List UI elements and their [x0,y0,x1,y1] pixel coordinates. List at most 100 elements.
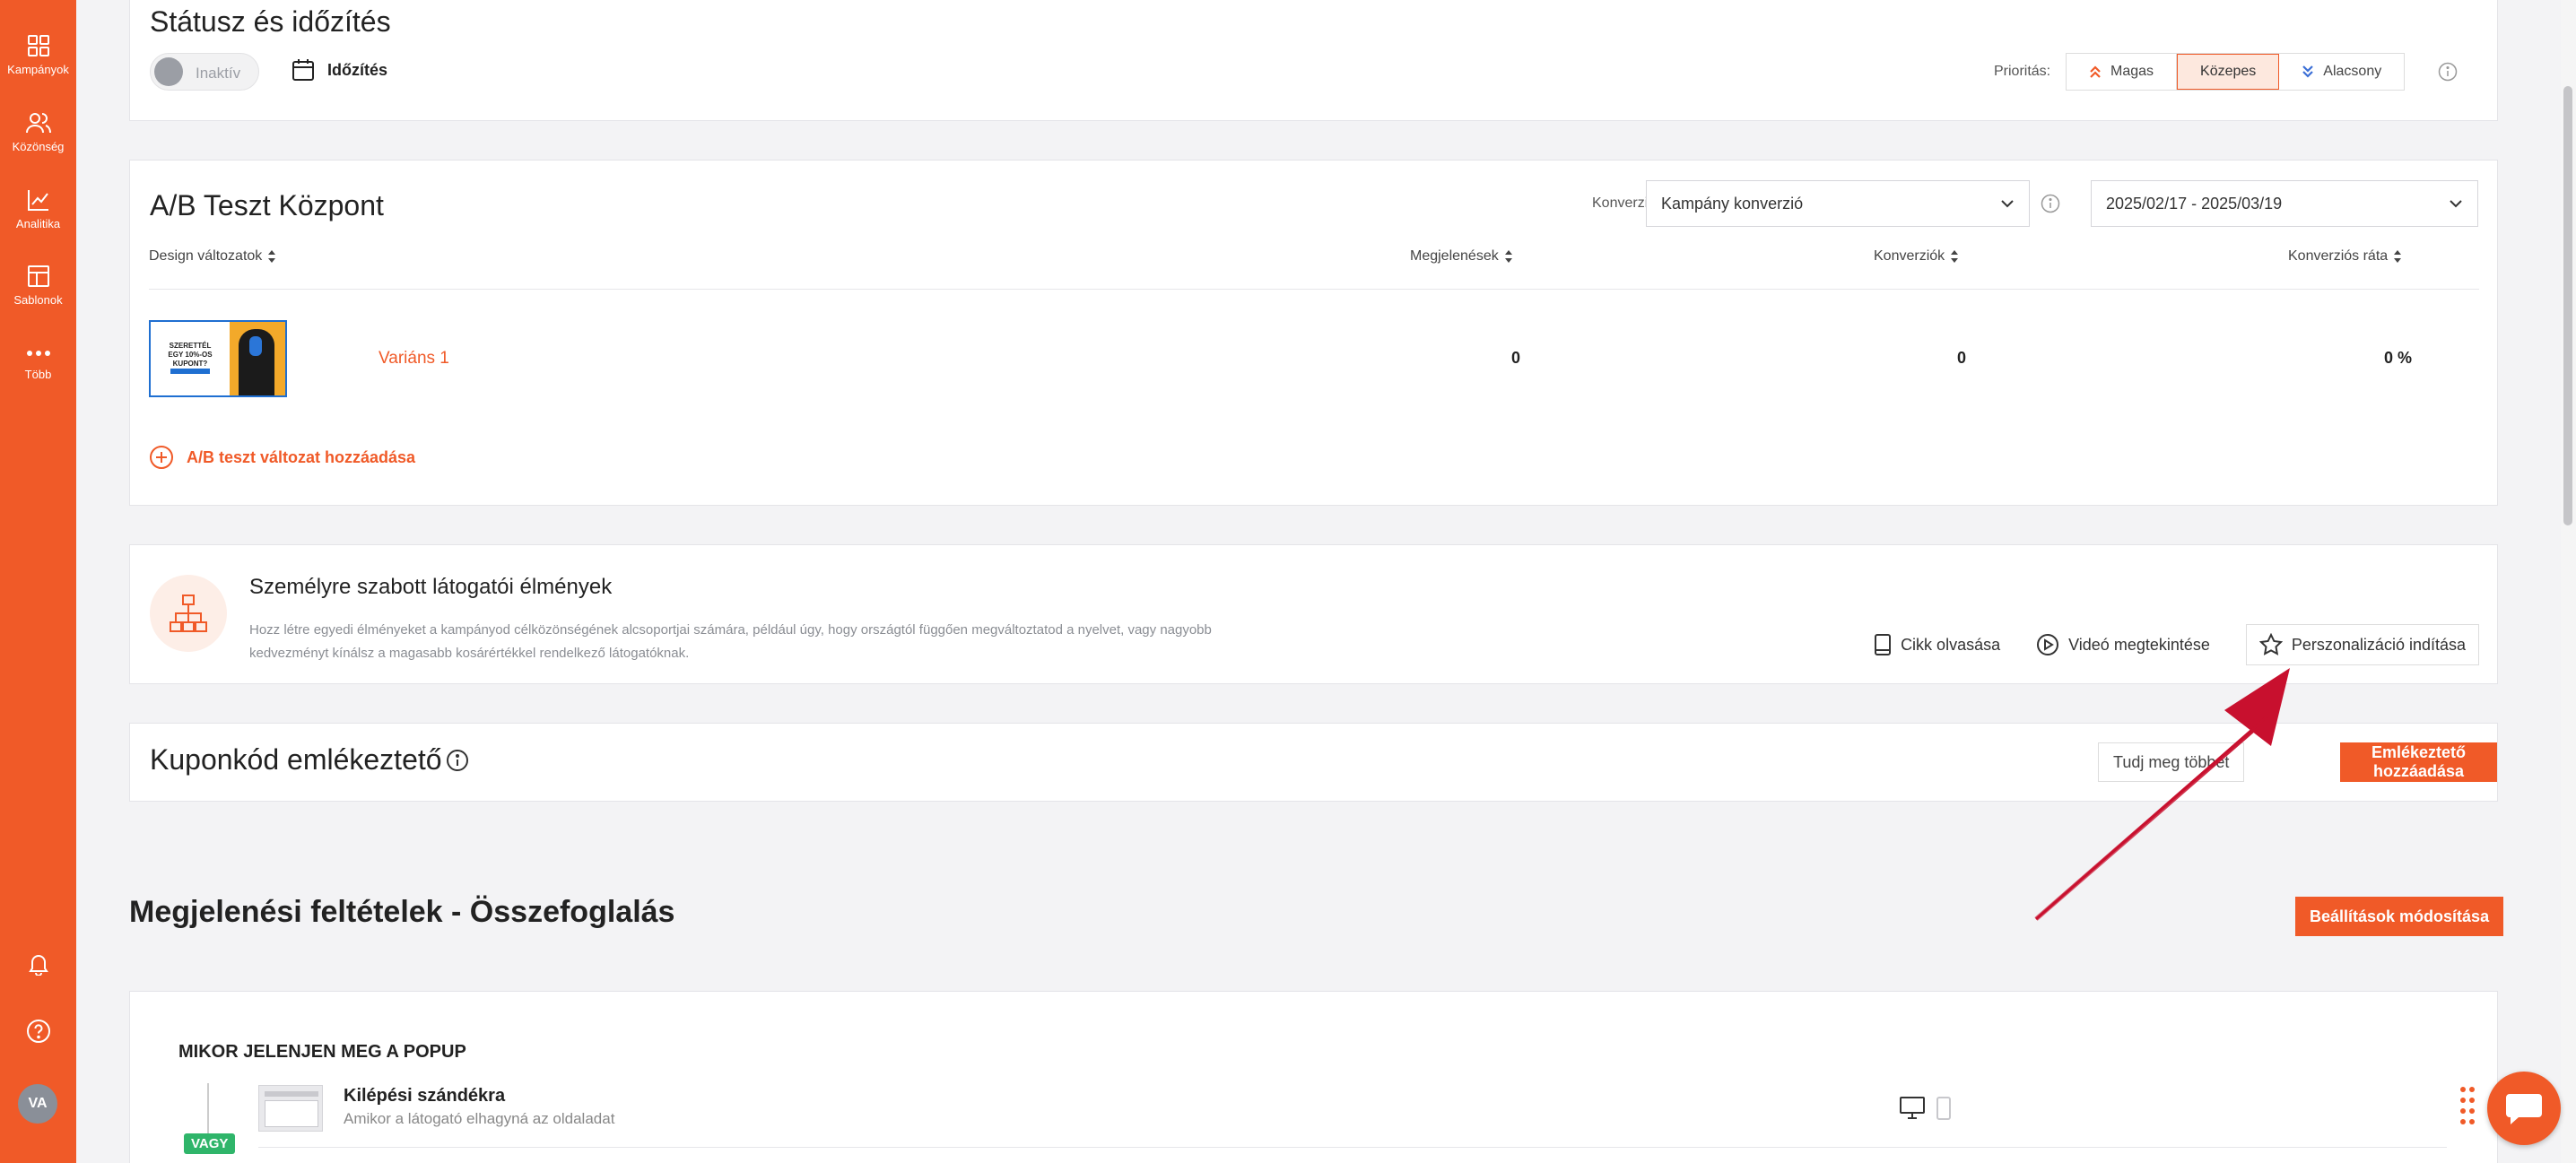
personalization-icon-wrap [150,575,227,652]
coupon-title: Kuponkód emlékeztető [150,743,442,776]
conversion-select[interactable]: Kampány konverzió [1646,180,2030,227]
sidebar-item-campaigns[interactable]: Kampányok [0,34,76,76]
conversions-value: 0 [1957,349,1967,367]
thumb-text-line1: SZERETTÉL [169,342,212,350]
column-header-design[interactable]: Design változatok [149,248,276,265]
layout-icon [27,265,49,287]
priority-label: Prioritás: [1994,64,2051,79]
add-reminder-button[interactable]: Emlékeztető hozzáadása [2340,742,2497,782]
sort-icon [1951,250,1959,263]
sidebar-item-label: Több [24,368,52,381]
info-icon[interactable] [2438,62,2458,82]
thumb-left: SZERETTÉL EGY 10%-OS KUPONT? [151,322,230,395]
exit-intent-thumbnail [258,1085,323,1132]
desktop-icon [1900,1097,1925,1119]
annotation-arrow-icon [2034,668,2290,921]
coupon-title-wrap: Kuponkód emlékeztető [150,743,469,777]
sidebar-item-templates[interactable]: Sablonok [0,265,76,307]
column-header-label: Design változatok [149,248,263,264]
watch-video-label: Videó megtekintése [2068,635,2210,654]
chart-line-icon [27,190,48,211]
chat-button[interactable] [2487,1072,2561,1145]
notifications-button[interactable] [0,952,76,976]
conditions-card: MIKOR JELENJEN MEG A POPUP [129,991,2498,1163]
priority-low-label: Alacsony [2323,64,2382,79]
watch-video-button[interactable]: Videó megtekintése [2036,633,2210,656]
priority-high-button[interactable]: Magas [2067,54,2178,90]
status-title: Státusz és időzítés [150,5,391,38]
start-personalization-label: Perszonalizáció indítása [2291,635,2466,654]
sidebar-item-analytics[interactable]: Analitika [0,188,76,230]
toggle-label: Inaktív [196,65,241,82]
info-icon[interactable] [2041,194,2060,213]
sort-icon [1504,250,1512,263]
priority-medium-label: Közepes [2200,64,2257,79]
help-button[interactable] [0,1019,76,1044]
scrollbar-thumb[interactable] [2563,86,2572,525]
sidebar: Kampányok Közönség Analitika Sablonok Tö… [0,0,76,1163]
conversion-rate-value: 0 % [2384,349,2413,367]
sidebar-item-label: Analitika [15,217,61,230]
read-article-button[interactable]: Cikk olvasása [1874,633,2000,656]
book-icon [1875,634,1892,655]
when-heading: MIKOR JELENJEN MEG A POPUP [178,1042,466,1062]
column-header-impressions[interactable]: Megjelenések [1410,248,1513,265]
exit-intent-title: Kilépési szándékra [344,1086,506,1106]
bell-icon [28,955,48,976]
column-header-conversions[interactable]: Konverziók [1874,248,1959,265]
chevrons-down-icon [2302,65,2314,78]
conditions-title: Megjelenési feltételek - Összefoglalás [129,895,675,929]
priority-low-button[interactable]: Alacsony [2279,54,2405,90]
variant-thumbnail[interactable]: SZERETTÉL EGY 10%-OS KUPONT? [149,320,287,397]
sidebar-item-audience[interactable]: Közönség [0,111,76,153]
thumb-bar [265,1091,318,1097]
personalization-description-line2: kedvezményt kínálsz a magasabb kosárérté… [249,646,690,661]
main-content: Státusz és időzítés Inaktív Időzítés Pri… [76,0,2561,1163]
thumb-text-line2: EGY 10%-OS KUPONT? [168,351,213,368]
priority-medium-button[interactable]: Közepes [2177,54,2280,90]
variant-link[interactable]: Variáns 1 [379,349,449,369]
column-header-label: Konverziós ráta [2288,248,2389,264]
help-circle-icon [26,1020,50,1043]
timeline-line [207,1083,209,1137]
column-header-conversion-rate[interactable]: Konverziós ráta [2288,248,2402,265]
more-dots-icon [26,351,50,356]
priority-high-label: Magas [2110,64,2154,79]
sort-icon [2394,250,2402,263]
avatar[interactable]: VA [18,1084,57,1124]
column-header-label: Megjelenések [1410,248,1499,264]
personalization-description: Hozz létre egyedi élményeket a kampányod… [249,619,1326,665]
active-toggle[interactable]: Inaktív [150,53,259,91]
play-circle-icon [2037,634,2059,655]
priority-selector: Magas Közepes Alacsony [2066,53,2406,91]
schedule-button[interactable]: Időzítés [292,58,387,82]
toggle-knob [154,57,183,86]
drag-handle-icon[interactable] [2459,1086,2476,1127]
thumb-cta [170,369,210,374]
sitemap-icon [170,595,207,632]
ab-test-title: A/B Teszt Központ [150,189,384,221]
read-article-label: Cikk olvasása [1901,635,2001,654]
exit-intent-subtitle: Amikor a látogató elhagyná az oldaladat [344,1110,615,1127]
date-range-select[interactable]: 2025/02/17 - 2025/03/19 [2091,180,2478,227]
date-range-value: 2025/02/17 - 2025/03/19 [2106,194,2283,213]
sidebar-item-label: Kampányok [7,63,69,76]
chevron-down-icon [2450,200,2462,208]
schedule-label: Időzítés [327,60,388,79]
sort-icon [268,250,276,263]
add-variant-button[interactable]: A/B teszt változat hozzáadása [149,445,415,470]
sidebar-item-label: Sablonok [13,293,63,307]
add-variant-label: A/B teszt változat hozzáadása [187,447,416,466]
status-card: Státusz és időzítés Inaktív Időzítés Pri… [129,0,2498,121]
table-divider [149,289,2479,290]
chevrons-up-icon [2090,65,2101,78]
chevron-down-icon [2001,200,2014,208]
personalization-title: Személyre szabott látogatói élmények [249,575,613,599]
plus-circle-icon [150,446,173,469]
mobile-icon [1936,1097,1951,1120]
star-icon [2258,633,2283,655]
personalization-description-line1: Hozz létre egyedi élményeket a kampányod… [249,622,1212,638]
sidebar-item-more[interactable]: Több [0,344,76,381]
info-icon[interactable] [446,749,469,772]
row-divider [258,1147,2447,1148]
